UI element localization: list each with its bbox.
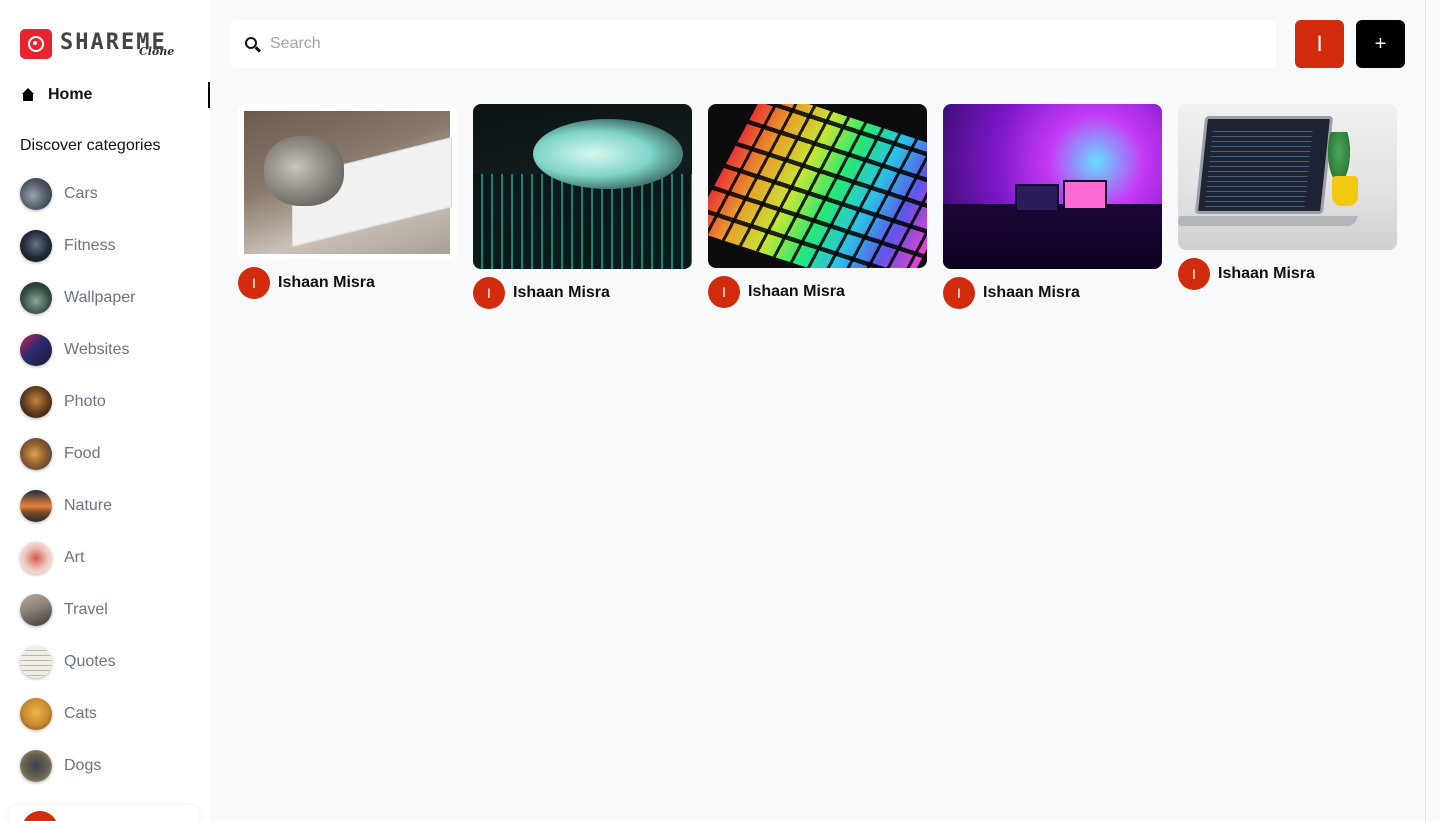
- category-label: Art: [64, 549, 85, 566]
- category-wallpaper[interactable]: Wallpaper: [20, 282, 135, 314]
- category-label: Wallpaper: [64, 289, 136, 306]
- category-thumbnail: [20, 230, 52, 262]
- discover-categories-heading: Discover categories: [20, 137, 161, 154]
- pin-author[interactable]: I Ishaan Misra: [473, 277, 692, 309]
- author-avatar: I: [238, 267, 270, 299]
- add-pin-button[interactable]: +: [1356, 20, 1405, 68]
- pin-author[interactable]: I Ishaan Misra: [708, 276, 927, 308]
- category-cats[interactable]: Cats: [20, 698, 97, 730]
- category-label: Photo: [64, 393, 106, 410]
- category-quotes[interactable]: Quotes: [20, 646, 116, 678]
- pin-card[interactable]: I Ishaan Misra: [708, 104, 927, 308]
- category-label: Fitness: [64, 237, 116, 254]
- category-label: Food: [64, 445, 101, 462]
- camera-logo-icon: [20, 29, 52, 59]
- search-icon: [245, 37, 257, 49]
- category-label: Nature: [64, 497, 113, 514]
- pin-image[interactable]: [1178, 104, 1397, 250]
- category-thumbnail: [20, 178, 52, 210]
- logo[interactable]: SHAREME Clone: [20, 28, 174, 60]
- search-input[interactable]: [270, 30, 1260, 58]
- desk-shape: [943, 204, 1162, 269]
- category-label: Dogs: [64, 757, 102, 774]
- nav-home[interactable]: Home: [20, 82, 210, 108]
- category-thumbnail: [20, 334, 52, 366]
- pin-card[interactable]: I Ishaan Misra: [943, 104, 1162, 309]
- cat-shape: [533, 119, 683, 189]
- category-photo[interactable]: Photo: [20, 386, 106, 418]
- monitor-shape: [1063, 180, 1107, 210]
- category-thumbnail: [20, 438, 52, 470]
- brand-sub: Clone: [139, 45, 175, 58]
- pin-author[interactable]: I Ishaan Misra: [943, 277, 1162, 309]
- pin-image[interactable]: [238, 104, 457, 259]
- category-label: Websites: [64, 341, 130, 358]
- category-travel[interactable]: Travel: [20, 594, 108, 626]
- laptop-screen-shape: [1194, 116, 1334, 214]
- pin-image[interactable]: [708, 104, 927, 268]
- laptop-base-shape: [1178, 216, 1358, 226]
- category-art[interactable]: Art: [20, 542, 84, 574]
- category-food[interactable]: Food: [20, 438, 100, 470]
- category-label: Travel: [64, 601, 108, 618]
- pin-card[interactable]: I Ishaan Misra: [238, 104, 457, 299]
- category-thumbnail: [20, 646, 52, 678]
- category-label: Cars: [64, 185, 98, 202]
- green-keyboard-shape: [473, 174, 692, 269]
- code-lines: [1204, 127, 1313, 207]
- pin-author[interactable]: I Ishaan Misra: [238, 267, 457, 299]
- pin-card[interactable]: I Ishaan Misra: [1178, 104, 1397, 290]
- category-label: Quotes: [64, 653, 116, 670]
- author-name: Ishaan Misra: [278, 274, 375, 291]
- plant-shape: [1328, 132, 1350, 182]
- category-thumbnail: [20, 594, 52, 626]
- category-nature[interactable]: Nature: [20, 490, 112, 522]
- category-websites[interactable]: Websites: [20, 334, 130, 366]
- pin-author[interactable]: I Ishaan Misra: [1178, 258, 1397, 290]
- monitor-shape: [1015, 184, 1059, 212]
- category-thumbnail: [20, 386, 52, 418]
- category-thumbnail: [20, 542, 52, 574]
- author-avatar: I: [708, 276, 740, 308]
- home-icon: [21, 87, 37, 103]
- category-label: Cats: [64, 705, 97, 722]
- sidebar: SHAREME Clone Home Discover categories C…: [0, 0, 210, 821]
- search-bar: [230, 20, 1276, 68]
- mug-shape: [1332, 176, 1358, 206]
- category-thumbnail: [20, 750, 52, 782]
- pin-image[interactable]: [473, 104, 692, 269]
- category-cars[interactable]: Cars: [20, 178, 98, 210]
- category-fitness[interactable]: Fitness: [20, 230, 116, 262]
- author-name: Ishaan Misra: [1218, 265, 1315, 282]
- category-thumbnail: [20, 490, 52, 522]
- pin-image[interactable]: [943, 104, 1162, 269]
- kitten-keyboard-photo: [244, 111, 452, 254]
- nav-home-label: Home: [48, 86, 93, 103]
- author-avatar: I: [943, 277, 975, 309]
- kitten-shape: [264, 136, 344, 206]
- author-name: Ishaan Misra: [513, 284, 610, 301]
- author-avatar: I: [1178, 258, 1210, 290]
- author-name: Ishaan Misra: [983, 284, 1080, 301]
- user-profile-button[interactable]: I: [1295, 20, 1344, 68]
- author-avatar: I: [473, 277, 505, 309]
- pin-card[interactable]: I Ishaan Misra: [473, 104, 692, 309]
- rgb-keyboard-shape: [708, 104, 927, 268]
- scrollbar-track[interactable]: [1425, 0, 1440, 821]
- category-thumbnail: [20, 282, 52, 314]
- author-name: Ishaan Misra: [748, 283, 845, 300]
- category-thumbnail: [20, 698, 52, 730]
- category-dogs[interactable]: Dogs: [20, 750, 101, 782]
